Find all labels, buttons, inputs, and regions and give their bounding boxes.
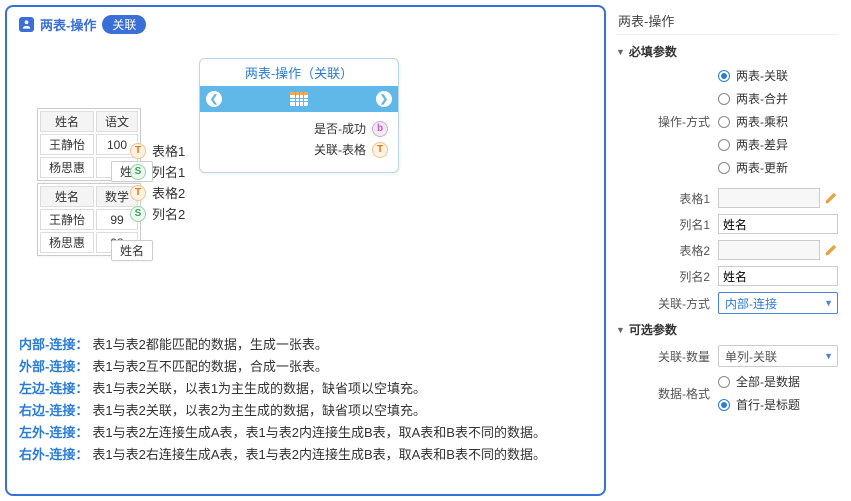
chevron-left-icon[interactable]: ❮: [206, 91, 222, 107]
radio-option-all-data[interactable]: 全部-是数据: [718, 373, 800, 390]
input-port-col2[interactable]: S列名2: [130, 204, 190, 223]
chevron-down-icon: ▼: [824, 298, 833, 308]
radio-option-product[interactable]: 两表-乘积: [718, 113, 788, 130]
chevron-down-icon: ▼: [824, 351, 833, 361]
description-row: 左边-连接：表1与表2关联，以表1为主生成的数据，缺省项以空填充。: [19, 378, 592, 400]
radio-icon: [718, 139, 730, 151]
table-icon[interactable]: [290, 92, 308, 106]
description-list: 内部-连接：表1与表2都能匹配的数据，生成一张表。 外部-连接：表1与表2互不匹…: [19, 334, 592, 466]
param-table2: 表格2: [616, 237, 838, 263]
node-body: 是否-成功 b 关联-表格 T: [200, 112, 398, 172]
table2-input[interactable]: [718, 240, 820, 260]
param-col1: 列名1: [616, 211, 838, 237]
description-row: 右边-连接：表1与表2关联，以表2为主生成的数据，缺省项以空填充。: [19, 400, 592, 422]
radio-icon: [718, 162, 730, 174]
triangle-down-icon: ▼: [616, 47, 625, 57]
canvas-badge[interactable]: 关联: [102, 15, 146, 34]
radio-option-first-header[interactable]: 首行-是标题: [718, 396, 800, 413]
canvas-title: 两表-操作: [40, 15, 96, 34]
input-port-col1[interactable]: S列名1: [130, 162, 190, 181]
pin-string-icon[interactable]: S: [130, 206, 146, 222]
col1-input[interactable]: [718, 214, 838, 234]
param-table1: 表格1: [616, 185, 838, 211]
description-row: 左外-连接：表1与表2左连接生成A表，表1与表2内连接生成B表，取A表和B表不同…: [19, 422, 592, 444]
edit-icon[interactable]: [824, 243, 838, 257]
param-join-mode: 关联-方式 内部-连接▼: [616, 289, 838, 317]
panel-title: 两表-操作: [616, 9, 838, 35]
pin-string-icon[interactable]: S: [130, 164, 146, 180]
node-canvas[interactable]: 姓名语文 王静怡100 杨思惠98 姓名 姓名数学 王静怡99 杨思惠98 姓名…: [19, 48, 592, 308]
section-optional[interactable]: ▼ 可选参数: [616, 317, 838, 342]
column-chip-2[interactable]: 姓名: [111, 240, 153, 261]
node-toolbar: ❮ ❯: [200, 86, 398, 112]
description-row: 右外-连接：表1与表2右连接生成A表，表1与表2内连接生成B表，取A表和B表不同…: [19, 444, 592, 466]
table1-input[interactable]: [718, 188, 820, 208]
input-port-group: T表格1 S列名1 T表格2 S列名2: [130, 141, 190, 223]
input-port-table1[interactable]: T表格1: [130, 141, 190, 160]
radio-icon: [718, 399, 730, 411]
output-label: 是否-成功: [314, 120, 366, 137]
pin-bool-icon[interactable]: b: [372, 121, 388, 137]
radio-option-join[interactable]: 两表-关联: [718, 67, 788, 84]
radio-icon: [718, 70, 730, 82]
pin-table-icon[interactable]: T: [130, 143, 146, 159]
param-data-format: 数据-格式 全部-是数据 首行-是标题: [616, 370, 838, 416]
input-port-table2[interactable]: T表格2: [130, 183, 190, 202]
main-canvas: 两表-操作 关联 姓名语文 王静怡100 杨思惠98 姓名 姓名数学 王静怡99…: [5, 5, 606, 496]
param-operation-mode: 操作-方式 两表-关联 两表-合并 两表-乘积 两表-差异 两表-更新: [616, 64, 838, 179]
join-qty-select[interactable]: 单列-关联▼: [718, 345, 838, 367]
output-port-table[interactable]: 关联-表格 T: [210, 141, 388, 158]
radio-option-update[interactable]: 两表-更新: [718, 159, 788, 176]
pin-table-icon[interactable]: T: [130, 185, 146, 201]
description-row: 外部-连接：表1与表2互不匹配的数据，合成一张表。: [19, 356, 592, 378]
param-col2: 列名2: [616, 263, 838, 289]
radio-icon: [718, 116, 730, 128]
section-required[interactable]: ▼ 必填参数: [616, 39, 838, 64]
radio-option-diff[interactable]: 两表-差异: [718, 136, 788, 153]
canvas-header: 两表-操作 关联: [19, 15, 592, 34]
operator-node[interactable]: 两表-操作（关联） ❮ ❯ 是否-成功 b 关联-表格 T T表格1 S列名1: [199, 58, 399, 173]
radio-option-merge[interactable]: 两表-合并: [718, 90, 788, 107]
edit-icon[interactable]: [824, 191, 838, 205]
radio-icon: [718, 376, 730, 388]
description-row: 内部-连接：表1与表2都能匹配的数据，生成一张表。: [19, 334, 592, 356]
chevron-right-icon[interactable]: ❯: [376, 91, 392, 107]
pin-table-icon[interactable]: T: [372, 142, 388, 158]
output-port-success[interactable]: 是否-成功 b: [210, 120, 388, 137]
properties-panel: 两表-操作 ▼ 必填参数 操作-方式 两表-关联 两表-合并 两表-乘积 两表-…: [606, 5, 846, 496]
radio-icon: [718, 93, 730, 105]
col2-input[interactable]: [718, 266, 838, 286]
triangle-down-icon: ▼: [616, 325, 625, 335]
node-title: 两表-操作（关联）: [200, 59, 398, 86]
person-icon: [19, 17, 34, 32]
join-mode-select[interactable]: 内部-连接▼: [718, 292, 838, 314]
param-join-qty: 关联-数量 单列-关联▼: [616, 342, 838, 370]
output-label: 关联-表格: [314, 141, 366, 158]
